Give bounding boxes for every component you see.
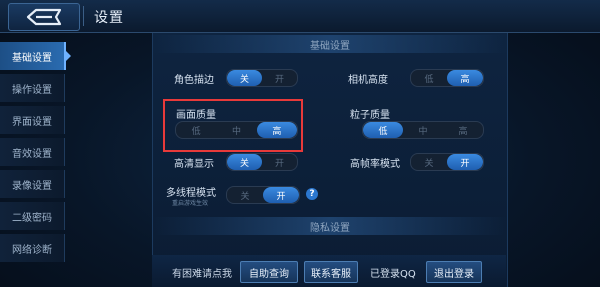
high-fps-option-on[interactable]: 开 [447, 154, 483, 170]
outline-toggle[interactable]: 关 开 [226, 69, 298, 87]
particle-selector[interactable]: 低 中 高 [362, 121, 484, 139]
outline-label: 角色描边 [174, 75, 214, 86]
camera-height-option-low[interactable]: 低 [411, 70, 447, 86]
help-text: 有困难请点我 [172, 269, 232, 280]
camera-height-toggle[interactable]: 低 高 [410, 69, 484, 87]
camera-height-option-high[interactable]: 高 [447, 70, 483, 86]
help-icon[interactable]: ? [306, 188, 318, 200]
contact-support-button[interactable]: 联系客服 [304, 261, 358, 283]
section-header-privacy: 隐私设置 [153, 217, 507, 235]
back-button[interactable] [8, 3, 80, 31]
page-title: 设置 [94, 9, 124, 25]
particle-option-medium[interactable]: 中 [403, 122, 443, 138]
multithread-toggle[interactable]: 关 开 [226, 186, 300, 204]
multithread-sublabel: 重启游戏生效 [172, 200, 209, 207]
multithread-option-off[interactable]: 关 [227, 187, 263, 203]
outline-option-on[interactable]: 开 [262, 70, 297, 86]
multithread-label: 多线程模式 [166, 188, 216, 199]
top-bar: 设置 [0, 0, 600, 33]
particle-option-low[interactable]: 低 [363, 122, 403, 138]
hd-option-on[interactable]: 开 [262, 154, 297, 170]
multithread-option-on[interactable]: 开 [263, 187, 299, 203]
self-service-button[interactable]: 自助查询 [240, 261, 298, 283]
sidebar-item-basic[interactable]: 基础设置 [0, 42, 71, 70]
divider [83, 6, 84, 26]
high-fps-option-off[interactable]: 关 [411, 154, 447, 170]
section-header-basic: 基础设置 [153, 35, 507, 53]
highlight-box [163, 99, 303, 152]
hd-display-label: 高清显示 [174, 159, 214, 170]
hd-option-off[interactable]: 关 [227, 154, 262, 170]
back-arrow-icon [26, 8, 62, 26]
particle-label: 粒子质量 [350, 110, 390, 121]
sidebar-item-replay[interactable]: 录像设置 [0, 170, 65, 198]
sidebar: 基础设置 操作设置 界面设置 音效设置 录像设置 二级密码 网络诊断 [0, 42, 71, 266]
logout-button[interactable]: 退出登录 [426, 261, 482, 283]
sidebar-item-controls[interactable]: 操作设置 [0, 74, 65, 102]
sidebar-item-network-diagnosis[interactable]: 网络诊断 [0, 234, 65, 262]
sidebar-item-interface[interactable]: 界面设置 [0, 106, 65, 134]
sidebar-item-sound[interactable]: 音效设置 [0, 138, 65, 166]
camera-height-label: 相机高度 [348, 75, 388, 86]
hd-display-toggle[interactable]: 关 开 [226, 153, 298, 171]
login-status: 已登录QQ [370, 269, 416, 280]
high-fps-toggle[interactable]: 关 开 [410, 153, 484, 171]
particle-option-high[interactable]: 高 [443, 122, 483, 138]
outline-option-off[interactable]: 关 [227, 70, 262, 86]
high-fps-label: 高帧率模式 [350, 159, 400, 170]
sidebar-item-secondary-password[interactable]: 二级密码 [0, 202, 65, 230]
